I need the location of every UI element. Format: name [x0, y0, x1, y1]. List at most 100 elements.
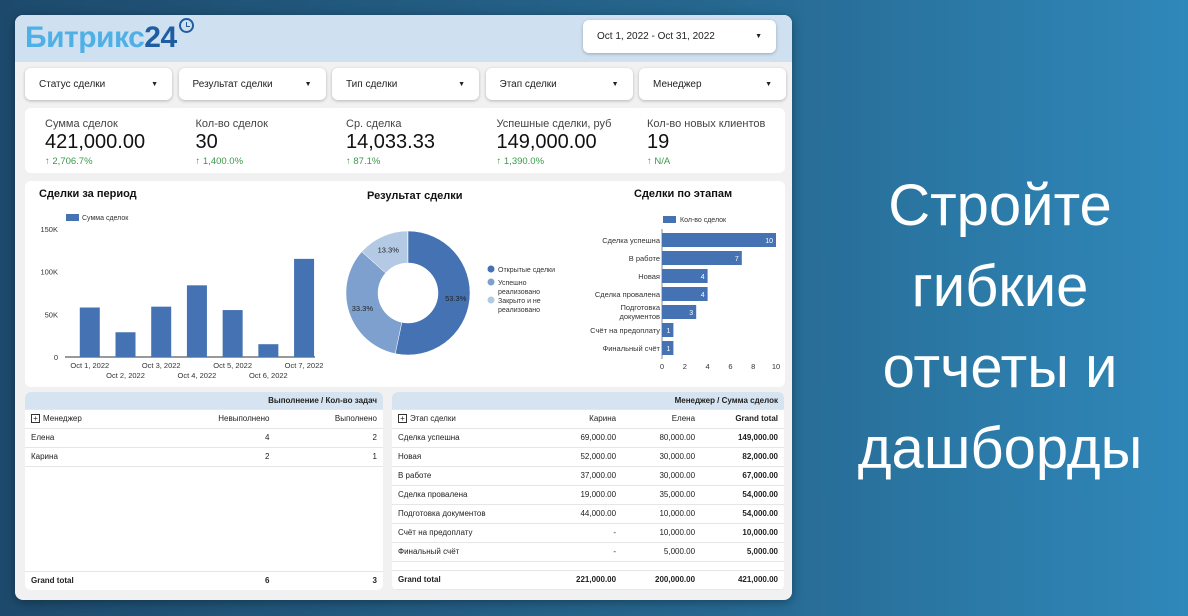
total-cell: 200,000.00 — [622, 570, 702, 590]
table-cell: 54,000.00 — [701, 485, 784, 505]
table-cell: Карина — [25, 447, 150, 467]
legend-label: Закрыто и не реализовано — [498, 298, 541, 314]
column-label: Этап сделки — [410, 414, 456, 423]
caret-down-icon: ▼ — [755, 33, 762, 40]
caret-down-icon: ▼ — [611, 80, 619, 88]
spacer-row — [25, 466, 383, 572]
column-header[interactable]: Невыполнено — [149, 409, 276, 429]
bar[interactable] — [662, 251, 742, 265]
filter-dropdown[interactable]: Менеджер ▼ — [639, 68, 786, 100]
y-tick-label: документов — [619, 312, 660, 321]
x-tick-label: Oct 2, 2022 — [106, 371, 145, 380]
caret-down-icon: ▼ — [151, 80, 158, 88]
column-label: Менеджер — [43, 414, 82, 423]
total-cell: Grand total — [25, 571, 150, 590]
bar-value-label: 3 — [689, 310, 693, 317]
expand-icon[interactable]: + — [398, 414, 407, 423]
legend-label: Успешно реализовано — [498, 280, 540, 296]
kpi-card: Кол-во новых клиентов 19 ↑ N/A — [647, 118, 765, 167]
date-range-value: Oct 1, 2022 - Oct 31, 2022 — [597, 31, 715, 42]
total-cell: 3 — [275, 571, 383, 590]
table-cell: 2 — [275, 428, 383, 448]
bar[interactable] — [186, 285, 207, 357]
table-cell: - — [543, 542, 623, 562]
y-tick-label: Подготовка — [621, 303, 661, 312]
table-cell: 10,000.00 — [622, 504, 702, 524]
donut-slice[interactable] — [345, 251, 403, 354]
legend-label: Открытые сделки — [498, 267, 555, 274]
filter-dropdown[interactable]: Тип сделки ▼ — [332, 68, 479, 100]
logo-number: 24 — [144, 21, 177, 54]
bar-value-label: 4 — [701, 274, 705, 281]
column-header[interactable]: Елена — [622, 409, 702, 429]
column-header[interactable]: Выполнено — [275, 409, 383, 429]
filter-dropdown[interactable]: Этап сделки ▼ — [485, 68, 633, 100]
y-tick-label: 50K — [45, 310, 58, 319]
filter-label: Тип сделки — [346, 78, 398, 90]
table-row: Подготовка документов 44,000.00 10,000.00 5… — [392, 504, 784, 524]
slogan-line: дашборды — [857, 416, 1143, 481]
kpi-delta-value: N/A — [654, 156, 671, 167]
x-tick-label: Oct 3, 2022 — [142, 361, 181, 370]
table-cell: 35,000.00 — [622, 485, 702, 505]
filter-dropdown[interactable]: Статус сделки ▼ — [25, 68, 172, 100]
dashboard: Битрикс24 Oct 1, 2022 - Oct 31, 2022 ▼ Су… — [15, 15, 792, 600]
caret-down-icon: ▼ — [458, 80, 465, 88]
column-header[interactable]: + Этап сделки — [392, 409, 544, 429]
bar[interactable] — [222, 310, 243, 357]
slogan-line: гибкие — [911, 254, 1089, 319]
kpi-label: Успешные сделки, руб — [496, 118, 612, 130]
x-tick-label: 8 — [751, 362, 755, 371]
kpi-delta-value: 1,400.0% — [202, 156, 244, 167]
kpi-card: Сумма сделок 421,000.00 ↑ 2,706.7% — [45, 118, 145, 167]
y-tick-label: В работе — [629, 254, 660, 263]
charts-panel: Сумма сделок 0 50K 100K 150K Oct 1, 2022 Oct 2… — [25, 181, 785, 387]
kpi-delta: ↑ 1,400.0% — [196, 156, 268, 167]
table-cell: 2 — [149, 447, 276, 467]
caret-down-icon: ▼ — [765, 80, 772, 88]
logo: Битрикс24 — [25, 18, 194, 55]
kpi-value: 421,000.00 — [45, 131, 146, 153]
kpi-value: 149,000.00 — [496, 131, 597, 153]
chart-title-stages: Сделки по этапам — [634, 188, 733, 200]
column-label: Елена — [671, 414, 696, 423]
column-header[interactable]: Grand total — [701, 409, 784, 429]
kpi-label: Кол-во новых клиентов — [647, 118, 766, 130]
legend-label: Сумма сделок — [82, 215, 129, 222]
clock-icon — [178, 18, 194, 33]
y-tick-label: Сделка провалена — [595, 290, 661, 299]
table-cell: Сделка провалена — [392, 485, 544, 505]
x-tick-label: Oct 7, 2022 — [285, 361, 324, 370]
filter-dropdown[interactable]: Результат сделки ▼ — [178, 68, 326, 100]
column-header[interactable]: Карина — [543, 409, 623, 429]
x-tick-label: Oct 6, 2022 — [249, 371, 288, 380]
x-tick-label: 2 — [683, 362, 687, 371]
table-row: Елена 4 2 — [25, 428, 383, 448]
table-row: Финальный счёт -5,000.00 5,000.00 — [392, 542, 784, 562]
y-tick-label: 150K — [40, 225, 58, 234]
total-cell: Grand total — [392, 570, 544, 590]
expand-icon[interactable]: + — [31, 414, 40, 423]
table-cell: Счёт на предоплату — [392, 523, 544, 543]
deals-table: Менеджер / Сумма сделок + Этап сделки Карин… — [392, 392, 784, 590]
bar[interactable] — [79, 307, 100, 357]
table-cell: Подготовка документов — [392, 504, 544, 524]
bar[interactable] — [258, 344, 279, 357]
kpi-label: Кол-во сделок — [195, 118, 268, 130]
bar-value-label: 1 — [666, 328, 670, 335]
column-label: Невыполнено — [218, 414, 270, 423]
bar[interactable] — [662, 233, 776, 247]
table-cell: 19,000.00 — [543, 485, 623, 505]
bar[interactable] — [151, 306, 172, 357]
table-cell: 30,000.00 — [622, 447, 702, 467]
legend-dot — [487, 265, 495, 273]
kpi-value: 14,033.33 — [346, 131, 435, 153]
kpi-card: Кол-во сделок 30 ↑ 1,400.0% — [196, 118, 268, 167]
column-header[interactable]: + Менеджер — [25, 409, 150, 429]
bar[interactable] — [115, 332, 136, 357]
kpi-panel: Сумма сделок 421,000.00 ↑ 2,706.7% Кол-во с… — [25, 108, 785, 173]
column-label: Карина — [589, 414, 617, 423]
date-range-picker[interactable]: Oct 1, 2022 - Oct 31, 2022 ▼ — [583, 20, 776, 53]
total-cell: 221,000.00 — [543, 570, 623, 590]
bar[interactable] — [294, 258, 315, 357]
